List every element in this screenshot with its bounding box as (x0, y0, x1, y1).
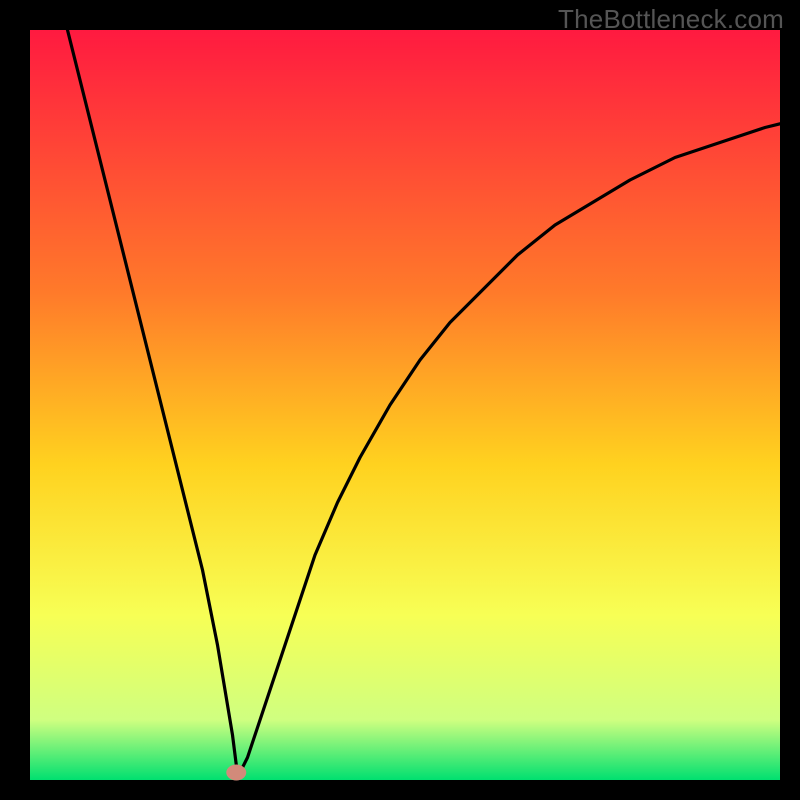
optimal-point-marker (226, 765, 246, 781)
bottleneck-chart (0, 0, 800, 800)
watermark-text: TheBottleneck.com (558, 4, 784, 35)
chart-container: TheBottleneck.com (0, 0, 800, 800)
plot-background (30, 30, 780, 780)
